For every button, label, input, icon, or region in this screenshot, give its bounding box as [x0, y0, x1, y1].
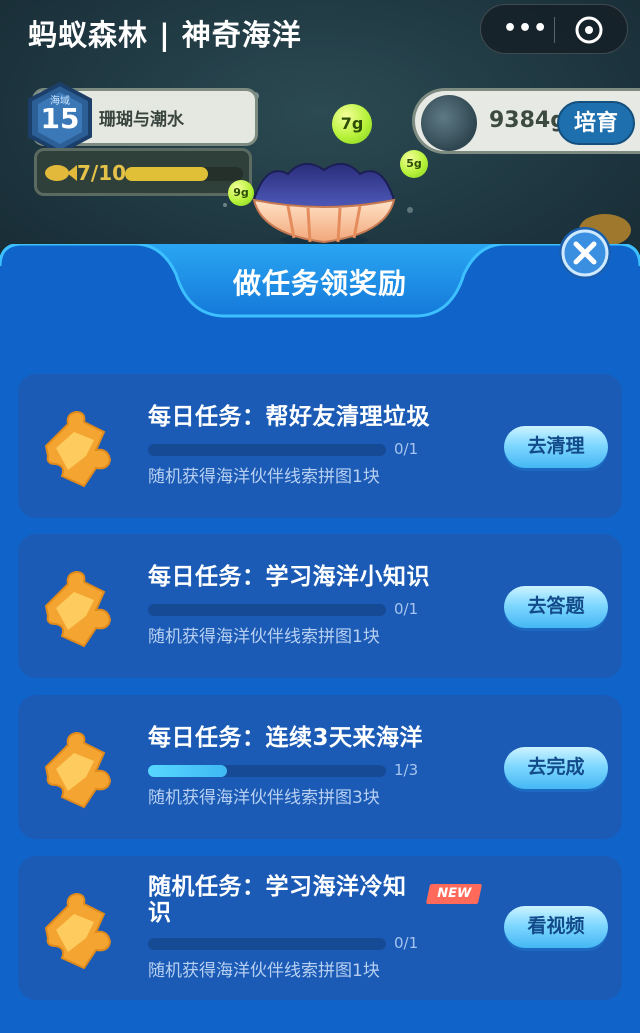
page-title: 蚂蚁森林 | 神奇海洋	[28, 18, 302, 52]
task-progress-text: 0/1	[394, 440, 419, 458]
task-progress-bar	[148, 604, 386, 616]
fish-count: 7/10	[77, 161, 127, 185]
puzzle-piece-icon	[44, 731, 112, 809]
task-progress-bar	[148, 444, 386, 456]
grow-button[interactable]: 培育	[557, 101, 635, 145]
energy-panel: 9384g 培育	[412, 88, 640, 154]
game-scene: 蚂蚁森林 | 神奇海洋 ••• 珊瑚与潮水 海域 15 7/10 9384g 培…	[0, 0, 640, 280]
task-reward-text: 随机获得海洋伙伴线索拼图3块	[148, 788, 380, 808]
ocean-area-name: 珊瑚与潮水	[99, 110, 184, 130]
mini-program-capsule: •••	[480, 4, 628, 54]
fish-progress-bar	[125, 167, 243, 181]
exit-mini-program-icon[interactable]	[573, 14, 605, 46]
task-title: 每日任务：帮好友清理垃圾	[148, 404, 430, 430]
task-action-button[interactable]: 去完成	[504, 747, 608, 789]
energy-bubble[interactable]: 7g	[332, 104, 372, 144]
puzzle-piece-icon	[44, 892, 112, 970]
modal-title: 做任务领奖励	[232, 267, 407, 300]
task-title: 每日任务：连续3天来海洋	[148, 725, 424, 751]
level-badge: 海域 15	[26, 82, 94, 154]
modal-close-icon[interactable]	[557, 225, 613, 281]
puzzle-piece-icon	[44, 570, 112, 648]
level-number: 15	[40, 102, 80, 135]
task-card: 每日任务：帮好友清理垃圾 0/1 随机获得海洋伙伴线索拼图1块 去清理	[18, 374, 622, 518]
task-action-button[interactable]: 看视频	[504, 906, 608, 948]
task-reward-modal: 做任务领奖励 每日任务：帮好友清理垃圾 0/1 随机获得海洋伙伴线索拼图1块 去…	[0, 227, 640, 1033]
task-progress-bar	[148, 765, 386, 777]
task-action-button[interactable]: 去清理	[504, 426, 608, 468]
fish-progress-panel: 7/10	[34, 148, 252, 196]
fish-progress-fill	[125, 167, 208, 181]
task-reward-text: 随机获得海洋伙伴线索拼图1块	[148, 467, 380, 487]
new-badge: NEW	[425, 884, 483, 904]
task-card: 每日任务：学习海洋小知识 0/1 随机获得海洋伙伴线索拼图1块 去答题	[18, 534, 622, 678]
task-progress-text: 0/1	[394, 934, 419, 952]
energy-grams: 9384g	[489, 108, 566, 133]
task-title: 随机任务：学习海洋冷知识	[148, 874, 407, 926]
task-reward-text: 随机获得海洋伙伴线索拼图1块	[148, 961, 380, 981]
task-card: 每日任务：连续3天来海洋 1/3 随机获得海洋伙伴线索拼图3块 去完成	[18, 695, 622, 839]
ocean-photo-thumbnail[interactable]	[421, 95, 477, 151]
fish-icon	[45, 165, 77, 181]
task-card: 随机任务：学习海洋冷知识 NEW 0/1 随机获得海洋伙伴线索拼图1块 看视频	[18, 856, 622, 1000]
task-title: 每日任务：学习海洋小知识	[148, 564, 430, 590]
capsule-divider	[554, 17, 555, 43]
task-reward-text: 随机获得海洋伙伴线索拼图1块	[148, 627, 380, 647]
task-progress-fill	[148, 765, 228, 777]
more-menu-button[interactable]: •••	[503, 15, 547, 45]
puzzle-piece-icon	[44, 410, 112, 488]
task-progress-bar	[148, 938, 386, 950]
task-action-button[interactable]: 去答题	[504, 586, 608, 628]
mini-program-topbar: 蚂蚁森林 | 神奇海洋 •••	[0, 0, 640, 56]
task-progress-text: 0/1	[394, 600, 419, 618]
giant-clam-icon[interactable]	[248, 156, 400, 248]
task-progress-text: 1/3	[394, 761, 419, 779]
energy-bubble[interactable]: 5g	[400, 150, 428, 178]
